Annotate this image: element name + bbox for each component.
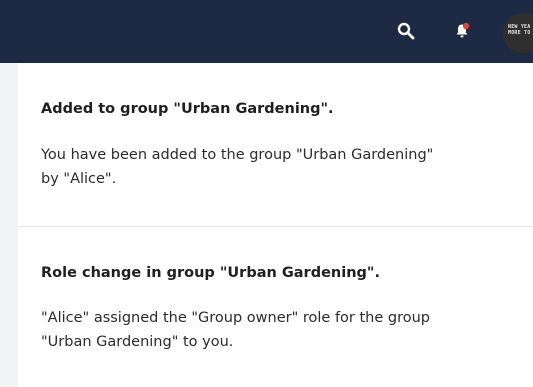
top-navbar: NEW YEA MORE TO	[0, 0, 533, 63]
notification-body: You have been added to the group "Urban …	[41, 147, 434, 187]
user-avatar[interactable]: NEW YEA MORE TO	[503, 13, 533, 53]
notification-title: Added to group "Urban Gardening".	[41, 101, 334, 117]
notification-item[interactable]: Added to group "Urban Gardening". You ha…	[18, 63, 533, 227]
notifications-list: Added to group "Urban Gardening". You ha…	[18, 63, 533, 387]
search-icon	[397, 22, 415, 40]
notification-item[interactable]: Role change in group "Urban Gardening". …	[18, 227, 533, 387]
notification-body: "Alice" assigned the "Group owner" role …	[41, 310, 431, 350]
notifications-button[interactable]	[447, 16, 477, 46]
bell-icon	[456, 22, 470, 38]
search-button[interactable]	[391, 16, 421, 46]
notifications-page: NEW YEA MORE TO Added to group "Urban Ga…	[0, 0, 533, 387]
notification-title: Role change in group "Urban Gardening".	[41, 265, 380, 281]
notification-dot	[462, 22, 470, 30]
avatar-image-text: NEW YEA MORE TO	[508, 24, 531, 36]
